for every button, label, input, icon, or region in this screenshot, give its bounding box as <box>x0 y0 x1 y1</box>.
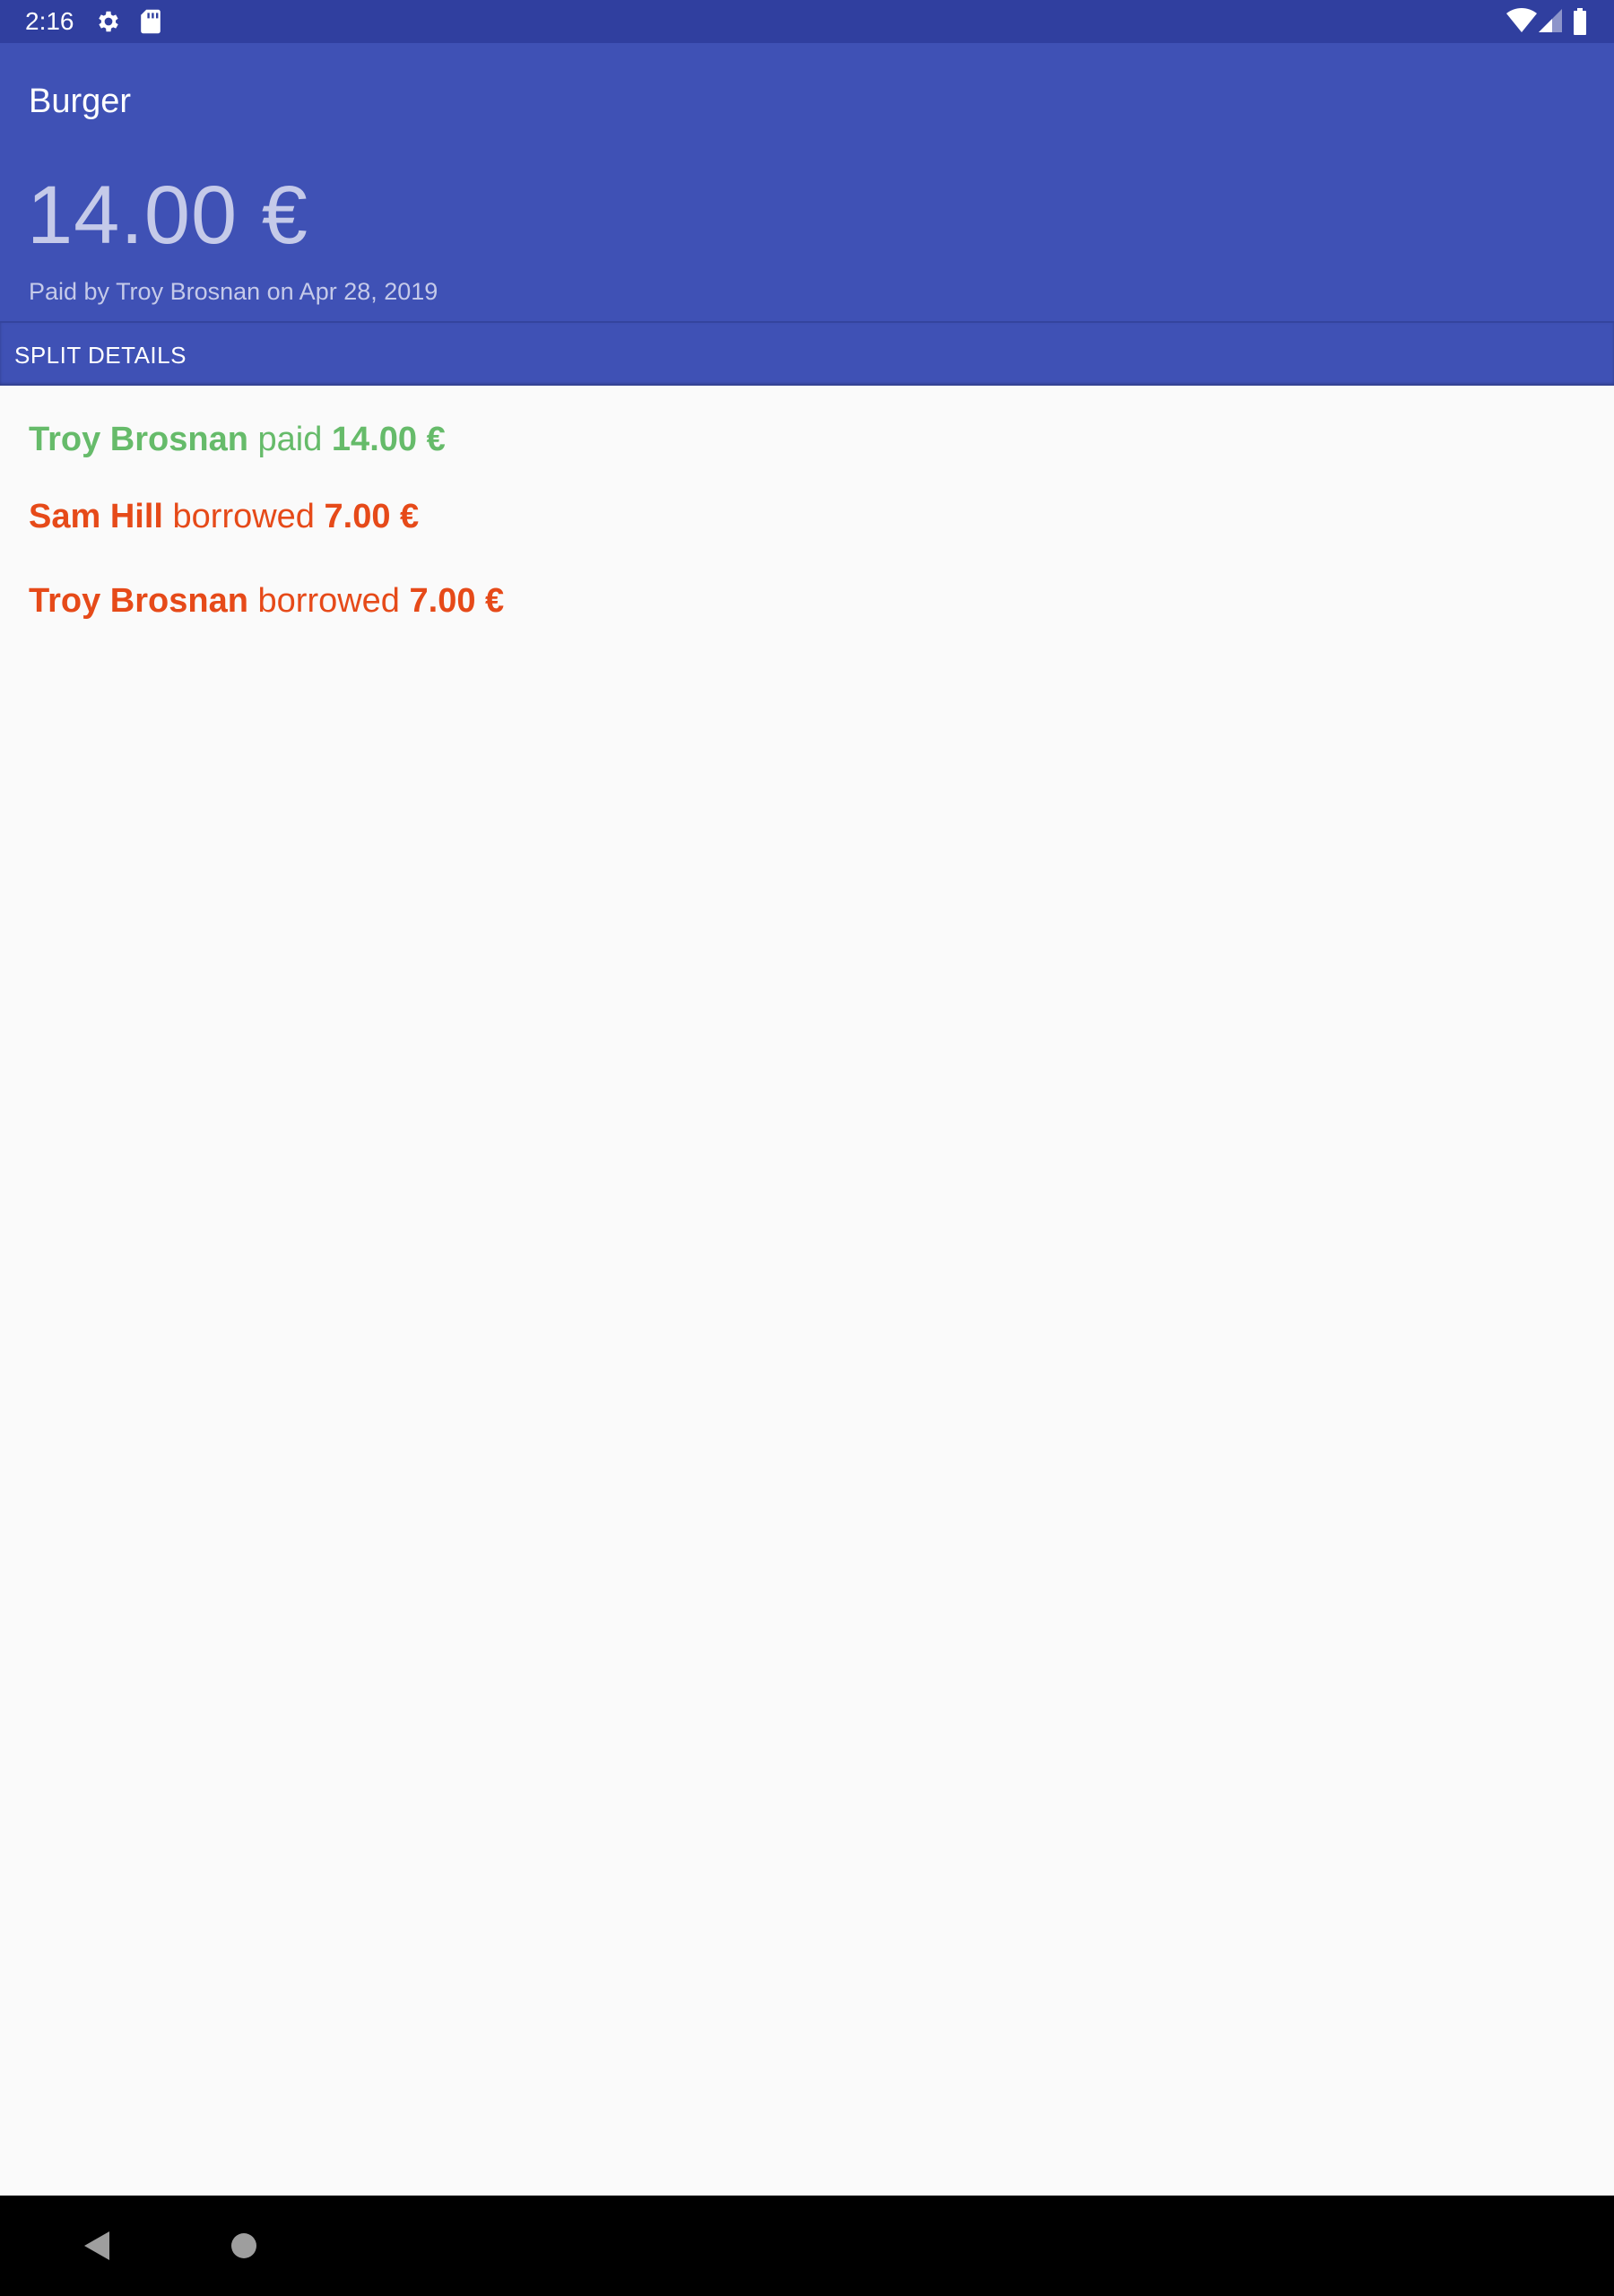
status-bar: 2:16 <box>0 0 1614 43</box>
sd-card-icon <box>141 9 161 34</box>
gear-icon <box>99 11 118 32</box>
status-time: 2:16 <box>25 7 74 35</box>
split-row-paid: Troy Brosnan paid 14.00 € <box>29 419 446 460</box>
split-person-name: Sam Hill <box>29 498 163 535</box>
cell-signal-icon <box>1539 9 1562 32</box>
split-amount: 14.00 € <box>331 421 446 458</box>
back-icon[interactable] <box>84 2231 109 2260</box>
paid-by-text: Paid by Troy Brosnan on Apr 28, 2019 <box>29 278 438 305</box>
split-amount: 7.00 € <box>324 498 420 535</box>
split-amount: 7.00 € <box>409 582 505 620</box>
navigation-bar <box>0 2196 1614 2296</box>
split-row-borrowed: Troy Brosnan borrowed 7.00 € <box>29 580 504 622</box>
split-person-name: Troy Brosnan <box>29 421 248 458</box>
wifi-icon <box>1506 8 1537 32</box>
split-action: borrowed <box>172 498 315 535</box>
split-details-header: SPLIT DETAILS <box>0 321 1614 386</box>
split-person-name: Troy Brosnan <box>29 582 248 620</box>
split-action: borrowed <box>257 582 400 620</box>
expense-title: Burger <box>29 83 132 120</box>
home-icon[interactable] <box>231 2233 256 2258</box>
split-row-borrowed: Sam Hill borrowed 7.00 € <box>29 496 419 537</box>
section-title: SPLIT DETAILS <box>14 342 187 369</box>
expense-amount: 14.00 € <box>27 170 308 261</box>
battery-icon <box>1574 8 1586 35</box>
split-action: paid <box>257 421 323 458</box>
